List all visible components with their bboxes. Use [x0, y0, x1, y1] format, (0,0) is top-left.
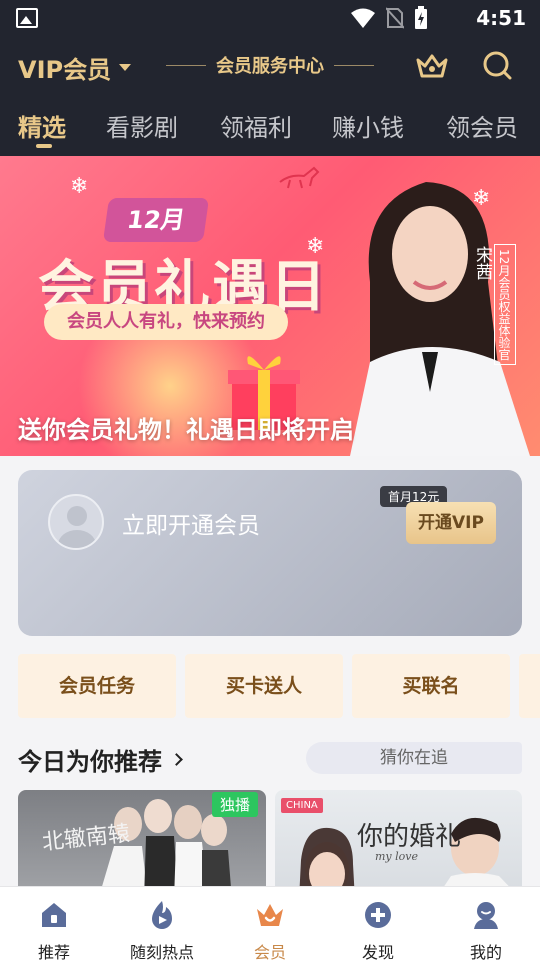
nav-hot-label: 随刻热点: [129, 943, 194, 960]
status-bar: 4:51: [0, 0, 540, 36]
caret-down-icon: [119, 64, 132, 71]
nav-profile-label: 我的: [469, 943, 502, 960]
nav-discover-label: 发现: [361, 943, 394, 960]
more-quick-action-button[interactable]: [519, 654, 540, 718]
status-icons: [350, 6, 428, 30]
chevron-right-icon: [170, 753, 183, 766]
tab-earn-money[interactable]: 赚小钱: [332, 108, 404, 143]
avatar[interactable]: [48, 494, 104, 550]
quick-actions-row: 会员任务 买卡送人 买联名: [18, 654, 540, 718]
flame-play-icon: [152, 901, 172, 929]
tab-benefits[interactable]: 领福利: [220, 108, 292, 143]
nav-discover[interactable]: 发现: [324, 899, 432, 960]
nav-vip-label: 会员: [253, 943, 286, 960]
nav-hot[interactable]: 随刻热点: [108, 899, 216, 960]
nav-vip[interactable]: 会员: [216, 899, 324, 960]
recommend-section-header[interactable]: 今日为你推荐: [18, 742, 183, 777]
header: VIP会员 会员服务中心: [0, 36, 540, 96]
bottom-nav: 推荐 随刻热点 会员 发现 我的: [0, 886, 540, 960]
clock: 4:51: [476, 6, 526, 30]
month-badge: 12月: [102, 198, 210, 242]
search-icon: [483, 51, 512, 80]
wifi-icon: [351, 8, 375, 28]
battery-charging-icon: [415, 6, 427, 29]
gift-card-button[interactable]: 买卡送人: [185, 654, 343, 718]
exclusive-tag: 独播: [211, 792, 258, 817]
divider-right: [334, 64, 374, 66]
tab-get-membership[interactable]: 领会员: [446, 108, 518, 143]
nav-home-label: 推荐: [37, 943, 70, 960]
poster-subtitle-art: my love: [375, 850, 419, 863]
member-card[interactable]: 立即开通会员 首月12元 开通VIP: [18, 470, 522, 636]
star-role: 12月会员权益体验官: [494, 244, 516, 366]
tab-featured[interactable]: 精选: [18, 108, 66, 148]
poster-card[interactable]: CHINA 你的婚礼 my love: [275, 790, 522, 900]
category-tabs: 精选 看影剧 领福利 赚小钱 领会员: [0, 96, 540, 156]
divider-left: [166, 64, 206, 66]
crown-button[interactable]: [414, 50, 450, 82]
profile-icon: [474, 902, 498, 929]
vip-title-dropdown[interactable]: VIP会员: [18, 50, 132, 85]
poster-card[interactable]: 北辙南辕 独播: [18, 790, 266, 900]
star-name: 宋茜: [472, 246, 492, 280]
banner-pill: 会员人人有礼，快来预约: [44, 304, 288, 340]
home-icon: [42, 903, 66, 927]
crown-icon: [257, 904, 283, 926]
nav-profile[interactable]: 我的: [432, 899, 540, 960]
search-button[interactable]: [480, 50, 516, 82]
promo-banner[interactable]: ❄ ❄ ❄ 12月 会员礼遇日 会员人人有礼，快来预约 宋茜 12月会员权益体验…: [0, 156, 540, 456]
no-sim-icon: [386, 7, 404, 29]
vip-title-label: VIP会员: [18, 56, 112, 84]
service-center-link[interactable]: 会员服务中心: [160, 52, 380, 78]
snowflake-icon: ❄: [70, 174, 89, 199]
member-tasks-button[interactable]: 会员任务: [18, 654, 176, 718]
open-membership-text[interactable]: 立即开通会员: [122, 506, 260, 540]
plus-circle-icon: [365, 902, 391, 928]
open-vip-button[interactable]: 开通VIP: [406, 502, 496, 544]
gallery-notification-icon: [16, 8, 38, 28]
nav-home[interactable]: 推荐: [0, 899, 108, 960]
guess-you-watch-pill[interactable]: 猜你在追: [306, 742, 522, 774]
poster-title-art: 你的婚礼: [357, 822, 462, 852]
reindeer-icon: [279, 166, 320, 189]
service-center-label: 会员服务中心: [216, 56, 324, 77]
recommend-title: 今日为你推荐: [18, 748, 162, 776]
crown-icon: [416, 54, 448, 78]
banner-caption: 送你会员礼物！礼遇日即将开启: [18, 416, 354, 444]
co-brand-button[interactable]: 买联名: [352, 654, 510, 718]
tab-movies-dramas[interactable]: 看影剧: [106, 108, 178, 143]
